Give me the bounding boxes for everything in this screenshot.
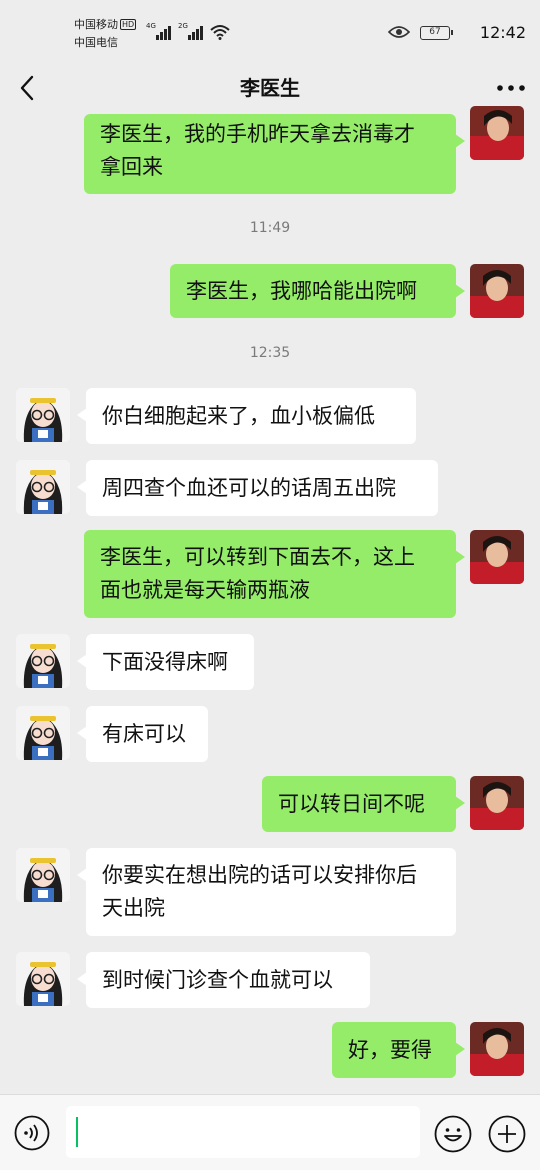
- received-bubble[interactable]: 下面没得床啊: [77, 634, 254, 690]
- my-avatar[interactable]: [470, 106, 524, 160]
- battery-indicator: 67: [420, 26, 453, 40]
- eye-icon: [388, 26, 410, 38]
- received-bubble[interactable]: 有床可以: [77, 706, 208, 762]
- emoji-icon: [434, 1115, 472, 1153]
- message-line: 李医生，我的手机昨天拿去消毒才: [100, 122, 415, 146]
- chat-header: 李医生: [0, 62, 540, 114]
- timestamp: 12:35: [249, 345, 291, 361]
- message-line: 拿回来: [100, 155, 163, 179]
- message-line: 到时候门诊查个血就可以: [102, 967, 333, 992]
- voice-button[interactable]: [14, 1115, 50, 1151]
- signal-1-label: 4G: [146, 22, 156, 30]
- my-avatar[interactable]: [470, 264, 524, 318]
- received-bubble[interactable]: 你要实在想出院的话可以安排你后 天出院: [77, 848, 456, 936]
- received-bubble[interactable]: 你白细胞起来了，血小板偏低: [77, 388, 416, 444]
- carrier-primary: 中国移动 HD: [74, 18, 137, 31]
- message-line: 周四查个血还可以的话周五出院: [102, 475, 396, 500]
- message-line: 天出院: [102, 896, 165, 920]
- message-line: 你白细胞起来了，血小板偏低: [102, 403, 375, 428]
- message-line: 下面没得床啊: [102, 649, 228, 674]
- my-avatar[interactable]: [470, 530, 524, 584]
- message-line: 面也就是每天输两瓶液: [100, 578, 310, 602]
- wifi-icon: [210, 25, 230, 40]
- battery-level: 67: [429, 27, 441, 37]
- plus-icon: [488, 1115, 526, 1153]
- signal-2-label: 2G: [178, 22, 188, 30]
- received-bubble[interactable]: 到时候门诊查个血就可以: [77, 952, 370, 1008]
- carrier-primary-label: 中国移动: [74, 18, 118, 31]
- doctor-avatar[interactable]: [16, 634, 70, 688]
- doctor-avatar[interactable]: [16, 388, 70, 442]
- emoji-button[interactable]: [434, 1115, 472, 1153]
- sent-bubble[interactable]: 好，要得: [332, 1022, 465, 1078]
- hd-badge: HD: [120, 19, 137, 30]
- sent-bubble[interactable]: 李医生，我哪哈能出院啊: [170, 264, 465, 318]
- sent-bubble[interactable]: 李医生，可以转到下面去不，这上 面也就是每天输两瓶液: [84, 530, 465, 618]
- received-bubble[interactable]: 周四查个血还可以的话周五出院: [77, 460, 438, 516]
- text-caret: [76, 1117, 78, 1147]
- doctor-avatar[interactable]: [16, 848, 70, 902]
- more-actions-button[interactable]: [488, 1115, 526, 1153]
- message-line: 可以转日间不呢: [278, 791, 425, 816]
- more-dots-icon: [497, 85, 525, 91]
- input-bar: [0, 1094, 540, 1170]
- message-line: 李医生，可以转到下面去不，这上: [100, 545, 415, 569]
- message-input[interactable]: [66, 1106, 420, 1158]
- timestamp: 11:49: [249, 220, 291, 236]
- message-line: 李医生，我哪哈能出院啊: [186, 278, 417, 303]
- carrier-secondary: 中国电信: [74, 36, 118, 49]
- my-avatar[interactable]: [470, 1022, 524, 1076]
- message-line: 有床可以: [102, 721, 186, 746]
- doctor-avatar[interactable]: [16, 706, 70, 760]
- status-time: 12:42: [479, 23, 526, 42]
- voice-icon: [14, 1115, 50, 1151]
- chat-title: 李医生: [240, 76, 300, 100]
- message-line: 好，要得: [348, 1037, 432, 1062]
- sent-bubble[interactable]: 李医生，我的手机昨天拿去消毒才 拿回来: [84, 114, 465, 194]
- more-button[interactable]: [494, 74, 528, 102]
- status-right: 67 12:42: [386, 22, 526, 44]
- my-avatar[interactable]: [470, 776, 524, 830]
- doctor-avatar[interactable]: [16, 952, 70, 1006]
- message-line: 你要实在想出院的话可以安排你后: [102, 863, 417, 887]
- sent-bubble[interactable]: 可以转日间不呢: [262, 776, 465, 832]
- doctor-avatar[interactable]: [16, 460, 70, 514]
- status-bar: 中国移动 HD 中国电信 4G 2G 67 12:42: [0, 0, 540, 62]
